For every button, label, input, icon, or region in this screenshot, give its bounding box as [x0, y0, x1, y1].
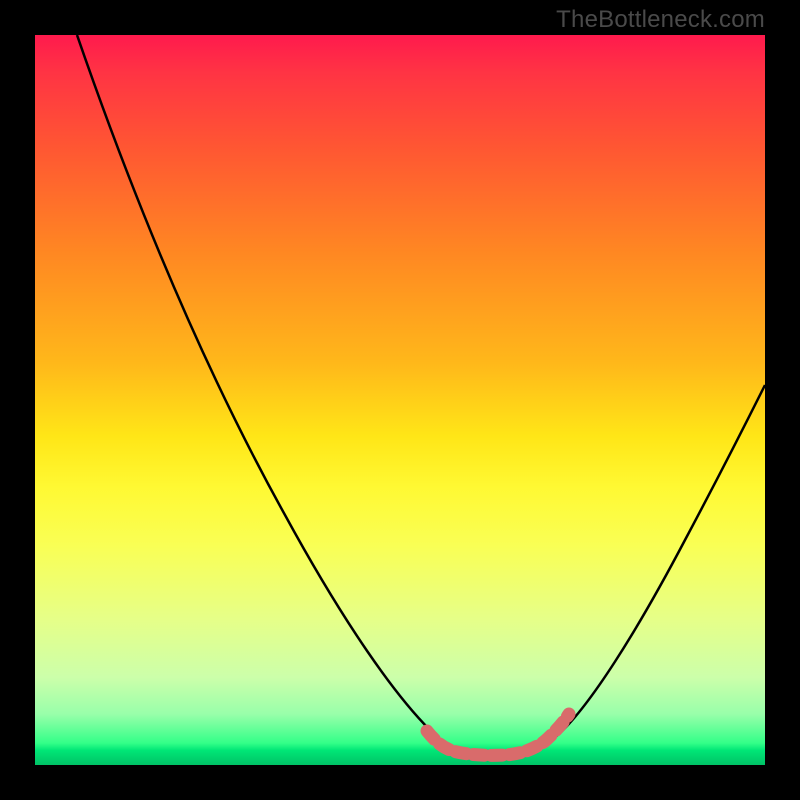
watermark-text: TheBottleneck.com	[556, 6, 765, 34]
chart-svg	[35, 35, 765, 765]
chart-frame: TheBottleneck.com	[0, 0, 800, 800]
bottleneck-curve	[77, 35, 765, 754]
highlight-band	[427, 714, 569, 755]
plot-area	[35, 35, 765, 765]
